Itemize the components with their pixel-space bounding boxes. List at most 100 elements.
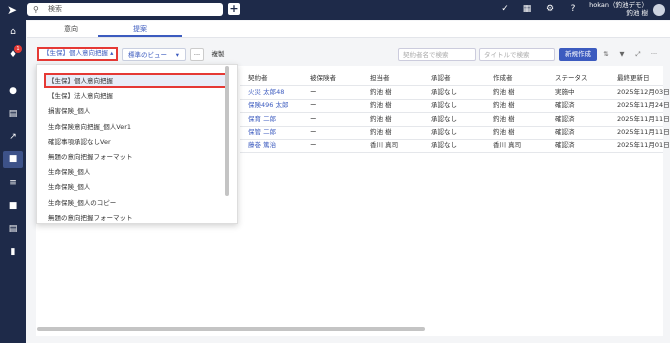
table-cell: 香川 真司 bbox=[370, 141, 399, 150]
inbox-icon[interactable]: ▤ bbox=[6, 222, 20, 236]
plus-icon[interactable]: + bbox=[228, 3, 240, 15]
more-button[interactable]: ··· bbox=[190, 48, 204, 61]
dropdown-item[interactable]: 【生保】個人意向把握 bbox=[48, 77, 113, 86]
table-cell: 確認済 bbox=[555, 127, 575, 136]
table-cell: 承認なし bbox=[431, 127, 457, 136]
contractor-link[interactable]: 保管 二郎 bbox=[248, 128, 276, 137]
table-cell: 釣池 樹 bbox=[493, 114, 515, 123]
caret-up-icon: ▴ bbox=[110, 49, 114, 57]
table-cell: ー bbox=[310, 101, 317, 110]
contractor-link[interactable]: 保険496 太郎 bbox=[248, 101, 288, 110]
table-cell: 釣池 樹 bbox=[370, 127, 392, 136]
column-header-creator[interactable]: 作成者 bbox=[493, 74, 513, 83]
table-cell: ー bbox=[310, 88, 317, 96]
column-header-status[interactable]: ステータス bbox=[555, 74, 588, 83]
table-cell: 釣池 樹 bbox=[370, 88, 392, 96]
document-icon[interactable]: ▤ bbox=[6, 107, 20, 121]
search-icon: ⚲ bbox=[33, 5, 39, 14]
check-circle-icon[interactable]: ✓ bbox=[499, 3, 511, 15]
bell-icon[interactable]: ♦ 1 bbox=[6, 45, 22, 62]
bar-chart-icon[interactable]: ▮ bbox=[6, 245, 20, 259]
checklist-icon[interactable]: ≡ bbox=[6, 176, 20, 190]
format-dropdown: 【生保】個人意向把握 【生保】法人意向把握 損害保険_個人生命保険意向把握_個人Ve… bbox=[36, 64, 238, 224]
table-cell: ー bbox=[310, 127, 317, 136]
tab-bar: 意向 提案 bbox=[27, 21, 670, 38]
table-cell: 2025年11月24日 bbox=[617, 101, 670, 110]
gear-icon[interactable]: ⚙ bbox=[544, 3, 556, 15]
dropdown-item[interactable]: 生命保険_個人 bbox=[48, 168, 90, 177]
chart-line-icon[interactable]: ↗ bbox=[6, 130, 20, 144]
top-bar: ➤ ⚲ 検索 + ✓ ▦ ⚙ ? hokan（釣池デモ） 釣池 樹 bbox=[0, 0, 670, 20]
table-cell: ー bbox=[310, 141, 317, 150]
table-cell: 釣池 樹 bbox=[370, 114, 392, 123]
table-cell: 釣池 樹 bbox=[493, 88, 515, 96]
table-cell: 2025年11月11日 bbox=[617, 127, 670, 136]
row-divider bbox=[240, 99, 663, 100]
contractor-link[interactable]: 火災 太郎48 bbox=[248, 88, 284, 97]
table-cell: 確認済 bbox=[555, 101, 575, 110]
column-header-approver[interactable]: 承認者 bbox=[431, 74, 451, 83]
row-divider bbox=[240, 152, 663, 154]
dropdown-item[interactable]: 無題の意向把握フォーマット bbox=[48, 153, 133, 162]
intent-icon[interactable]: ■ bbox=[3, 151, 23, 168]
dropdown-item[interactable]: 生命保険意向把握_個人Ver1 bbox=[48, 123, 131, 132]
table-cell: 釣池 樹 bbox=[493, 127, 515, 136]
app-logo-icon[interactable]: ➤ bbox=[7, 4, 17, 16]
column-header-insured[interactable]: 被保険者 bbox=[310, 74, 336, 83]
horizontal-scrollbar[interactable] bbox=[37, 327, 425, 331]
table-cell: 承認なし bbox=[431, 88, 457, 96]
caret-down-icon: ▾ bbox=[175, 51, 179, 59]
duplicate-button[interactable]: 複製 bbox=[208, 48, 228, 61]
table-cell: 2025年12月03日 bbox=[617, 88, 670, 96]
sidebar: ⌂ ♦ 1 ● ▤ ↗ ■ ≡ ■ ▤ ▮ bbox=[0, 20, 26, 343]
help-icon[interactable]: ? bbox=[567, 3, 579, 15]
row-divider bbox=[240, 125, 663, 127]
table-cell: ー bbox=[310, 114, 317, 123]
filter-icon[interactable]: ▼ bbox=[617, 48, 627, 61]
format-select[interactable]: 【生保】個人意向把握 ▴ bbox=[37, 47, 118, 61]
dropdown-item[interactable]: 生命保険_個人のコピー bbox=[48, 199, 116, 208]
contractor-link[interactable]: 藤巻 篤治 bbox=[248, 141, 276, 150]
user-menu[interactable]: hokan（釣池デモ） 釣池 樹 bbox=[589, 1, 648, 17]
column-header-contractor[interactable]: 契約者 bbox=[248, 74, 268, 83]
sort-icon[interactable]: ⇅ bbox=[601, 48, 611, 61]
dropdown-scrollbar[interactable] bbox=[225, 66, 229, 196]
format-select-label: 【生保】個人意向把握 bbox=[43, 49, 108, 57]
dropdown-item[interactable]: 無題の意向把握フォーマット bbox=[48, 214, 133, 223]
table-cell: 2025年11月01日 bbox=[617, 141, 670, 150]
contract-search-input[interactable]: 契約者名で検索 bbox=[398, 48, 476, 61]
folder-icon[interactable]: ■ bbox=[6, 199, 20, 213]
row-divider bbox=[240, 138, 663, 140]
table-cell: 2025年11月11日 bbox=[617, 114, 670, 123]
view-select[interactable]: 標準のビュー ▾ bbox=[122, 48, 186, 61]
table-cell: 実施中 bbox=[555, 88, 575, 96]
table-cell: 確認済 bbox=[555, 114, 575, 123]
view-select-label: 標準のビュー bbox=[128, 51, 167, 59]
contractor-link[interactable]: 保育 二郎 bbox=[248, 115, 276, 124]
tab-proposal[interactable]: 提案 bbox=[98, 21, 182, 37]
dropdown-item[interactable]: 生命保険_個人 bbox=[48, 183, 90, 192]
home-icon[interactable]: ⌂ bbox=[6, 25, 20, 39]
calendar-icon[interactable]: ▦ bbox=[521, 3, 533, 15]
header-divider bbox=[240, 85, 663, 86]
search-placeholder: 検索 bbox=[48, 5, 62, 13]
table-cell: 確認済 bbox=[555, 141, 575, 150]
dropdown-item[interactable]: 損害保険_個人 bbox=[48, 107, 90, 116]
new-button[interactable]: 新規作成 bbox=[559, 48, 597, 61]
global-search-input[interactable]: ⚲ 検索 bbox=[27, 3, 223, 16]
avatar[interactable] bbox=[653, 4, 665, 16]
table-cell: 釣池 樹 bbox=[493, 101, 515, 110]
contacts-icon[interactable]: ● bbox=[6, 84, 20, 98]
more-horizontal-icon[interactable]: ··· bbox=[649, 48, 659, 61]
title-search-input[interactable]: タイトルで検索 bbox=[479, 48, 555, 61]
column-header-owner[interactable]: 担当者 bbox=[370, 74, 390, 83]
dropdown-item[interactable]: 【生保】法人意向把握 bbox=[48, 92, 113, 101]
table-cell: 香川 真司 bbox=[493, 141, 522, 150]
expand-icon[interactable]: ⤢ bbox=[633, 48, 643, 61]
table-cell: 釣池 樹 bbox=[370, 101, 392, 110]
notification-badge: 1 bbox=[14, 45, 22, 53]
column-header-updated[interactable]: 最終更新日 bbox=[617, 74, 650, 83]
table-cell: 承認なし bbox=[431, 141, 457, 150]
dropdown-item[interactable]: 確認事項承認なしVer bbox=[48, 138, 111, 147]
user-sub: 釣池 樹 bbox=[626, 8, 648, 17]
